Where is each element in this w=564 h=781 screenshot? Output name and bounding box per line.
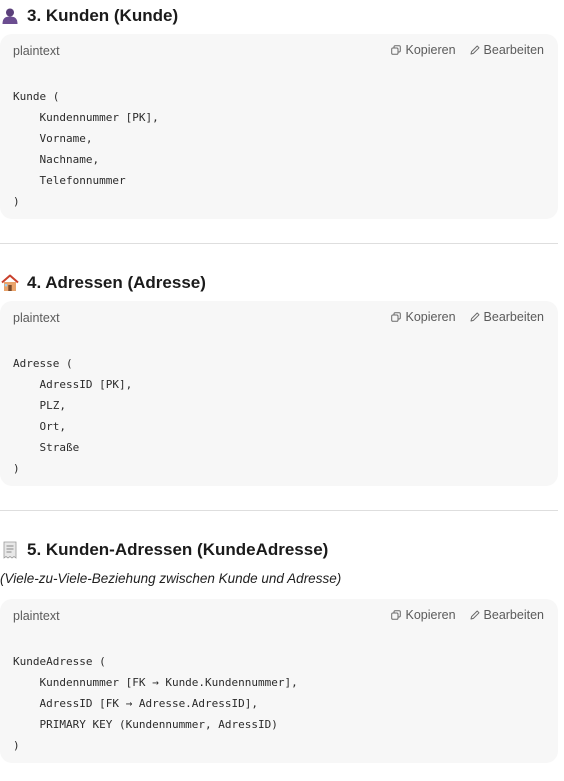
code-line: Kundennummer [PK], — [13, 111, 159, 124]
receipt-icon — [0, 540, 20, 560]
edit-button[interactable]: Bearbeiten — [470, 43, 544, 57]
copy-label: Kopieren — [405, 608, 456, 622]
person-icon — [0, 6, 20, 26]
edit-label: Bearbeiten — [483, 310, 544, 324]
code-language-label: plaintext — [13, 44, 60, 58]
code-content: Kunde ( Kundennummer [PK], Vorname, Nach… — [0, 68, 558, 212]
section-divider — [0, 243, 558, 244]
code-actions: Kopieren Bearbeiten — [391, 310, 544, 324]
code-line: Nachname, — [13, 153, 100, 166]
section-heading-kunden: 3. Kunden (Kunde) — [0, 4, 178, 28]
copy-label: Kopieren — [405, 310, 456, 324]
code-line: PLZ, — [13, 399, 66, 412]
copy-icon — [391, 610, 402, 620]
section-heading-text: 3. Kunden (Kunde) — [27, 6, 179, 25]
copy-icon — [391, 312, 402, 322]
code-language-label: plaintext — [13, 311, 60, 325]
code-block-adresse: plaintext Kopieren Bearbeiten Adresse ( — [0, 301, 558, 486]
section-heading-kunden-adressen: 5. Kunden-Adressen (KundeAdresse) — [0, 538, 328, 562]
code-line: ) — [13, 195, 20, 208]
copy-icon — [391, 45, 402, 55]
code-content: Adresse ( AdressID [PK], PLZ, Ort, Straß… — [0, 335, 558, 479]
copy-button[interactable]: Kopieren — [391, 43, 456, 57]
code-line: Ort, — [13, 420, 66, 433]
section-subtitle: (Viele-zu-Viele-Beziehung zwischen Kunde… — [0, 571, 342, 586]
section-heading-text: 4. Adressen (Adresse) — [27, 273, 206, 292]
chat-response: 3. Kunden (Kunde) plaintext Kopieren Bea… — [0, 0, 564, 781]
code-header: plaintext Kopieren Bearbeiten — [0, 34, 558, 68]
code-line: Kundennummer [FK → Kunde.Kundennummer], — [13, 676, 298, 689]
edit-label: Bearbeiten — [483, 43, 544, 57]
code-language-label: plaintext — [13, 609, 60, 623]
copy-button[interactable]: Kopieren — [391, 608, 456, 622]
code-line: Straße — [13, 441, 80, 454]
code-line: Kunde ( — [13, 90, 60, 103]
code-line: Adresse ( — [13, 357, 73, 370]
code-content: KundeAdresse ( Kundennummer [FK → Kunde.… — [0, 633, 558, 756]
code-line: Telefonnummer — [13, 174, 126, 187]
copy-button[interactable]: Kopieren — [391, 310, 456, 324]
code-actions: Kopieren Bearbeiten — [391, 608, 544, 622]
section-heading-adressen: 4. Adressen (Adresse) — [0, 271, 206, 295]
code-line: KundeAdresse ( — [13, 655, 106, 668]
code-line: Vorname, — [13, 132, 93, 145]
house-icon — [0, 273, 20, 293]
pencil-icon — [470, 610, 480, 620]
code-actions: Kopieren Bearbeiten — [391, 43, 544, 57]
code-line: AdressID [FK → Adresse.AdressID], — [13, 697, 259, 710]
code-block-kundeadresse: plaintext Kopieren Bearbeiten KundeAdres… — [0, 599, 558, 763]
edit-button[interactable]: Bearbeiten — [470, 310, 544, 324]
code-line: ) — [13, 462, 20, 475]
code-line: ) — [13, 739, 20, 752]
edit-button[interactable]: Bearbeiten — [470, 608, 544, 622]
copy-label: Kopieren — [405, 43, 456, 57]
section-heading-text: 5. Kunden-Adressen (KundeAdresse) — [27, 540, 329, 559]
edit-label: Bearbeiten — [483, 608, 544, 622]
pencil-icon — [470, 45, 480, 55]
code-header: plaintext Kopieren Bearbeiten — [0, 301, 558, 335]
code-line: AdressID [PK], — [13, 378, 133, 391]
pencil-icon — [470, 312, 480, 322]
code-line: PRIMARY KEY (Kundennummer, AdressID) — [13, 718, 278, 731]
code-block-kunde: plaintext Kopieren Bearbeiten Kunde (Ku… — [0, 34, 558, 219]
section-divider — [0, 510, 558, 511]
code-header: plaintext Kopieren Bearbeiten — [0, 599, 558, 633]
